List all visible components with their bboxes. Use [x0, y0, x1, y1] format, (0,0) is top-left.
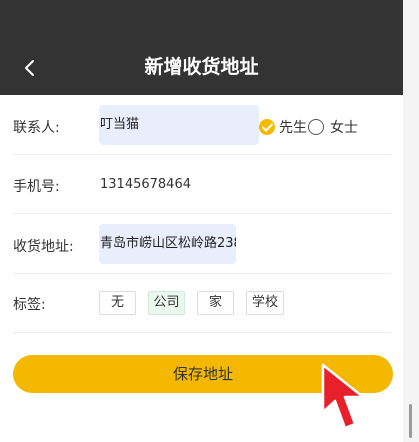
check-icon: [262, 123, 273, 132]
contact-name-input[interactable]: 叮当猫: [99, 105, 259, 145]
page-title: 新增收货地址: [144, 56, 259, 78]
tag-company[interactable]: 公司: [148, 291, 185, 315]
tags-label: 标签:: [13, 297, 46, 313]
contact-row: 联系人: 叮当猫 先生 女士: [13, 95, 391, 155]
tag-options: 无 公司 家 学校: [99, 291, 296, 315]
gender-radio-ms[interactable]: [308, 119, 324, 135]
phone-field[interactable]: 13145678464: [100, 177, 191, 192]
tag-school[interactable]: 学校: [246, 291, 284, 315]
phone-row: 手机号: 13145678464: [13, 155, 391, 214]
gender-radio-mr[interactable]: [259, 119, 275, 135]
scrollbar[interactable]: [403, 0, 419, 442]
gender-label-ms[interactable]: 女士: [330, 117, 358, 137]
header-bar: 新增收货地址: [0, 0, 403, 95]
address-row: 收货地址: 青岛市崂山区松岭路238: [13, 214, 391, 274]
tags-row: 标签: 无 公司 家 学校: [13, 274, 391, 333]
tag-none[interactable]: 无: [99, 291, 136, 315]
contact-label: 联系人:: [13, 120, 60, 136]
gender-label-mr[interactable]: 先生: [279, 117, 307, 137]
pointer-cursor-icon: [321, 363, 365, 430]
scrollbar-thumb[interactable]: [409, 404, 412, 438]
gender-radio-group: 先生 女士: [259, 117, 358, 137]
phone-label: 手机号:: [13, 179, 60, 195]
tag-home[interactable]: 家: [197, 291, 234, 315]
address-input[interactable]: 青岛市崂山区松岭路238: [99, 224, 236, 264]
address-label: 收货地址:: [13, 239, 74, 255]
